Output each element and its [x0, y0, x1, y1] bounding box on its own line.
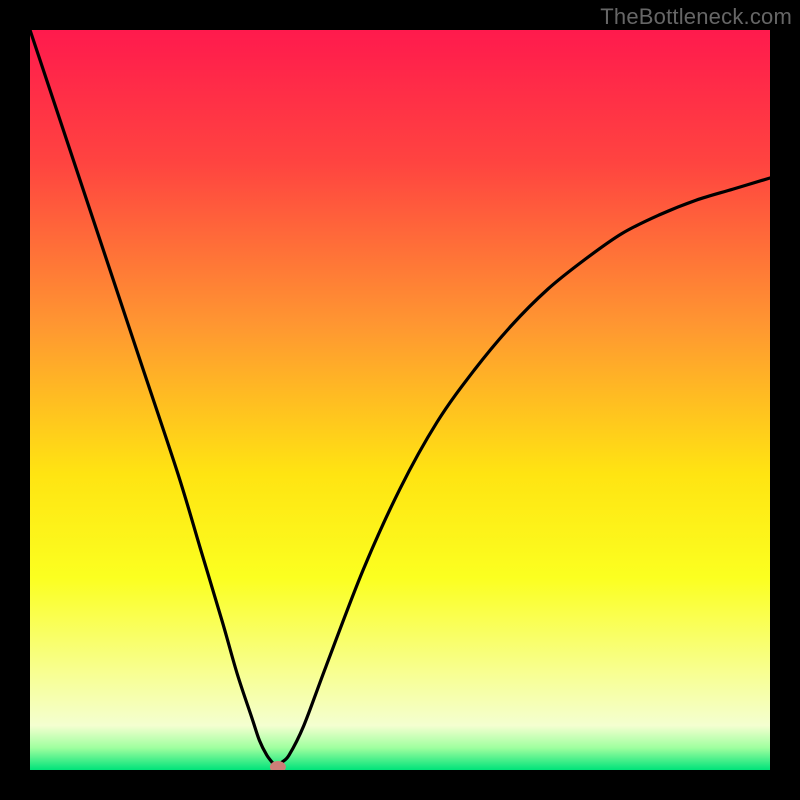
bottleneck-curve	[30, 30, 770, 770]
curve-svg	[30, 30, 770, 770]
plot-area	[30, 30, 770, 770]
chart-container: TheBottleneck.com	[0, 0, 800, 800]
watermark-text: TheBottleneck.com	[600, 4, 792, 30]
